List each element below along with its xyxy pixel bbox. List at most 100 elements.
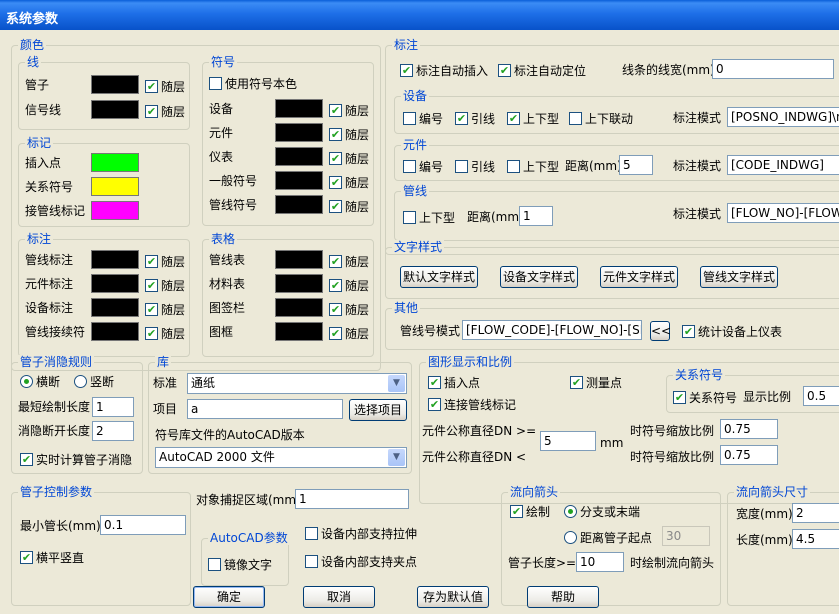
use-own-color-checkbox[interactable]: 使用符号本色 (209, 75, 297, 91)
dist-start-radio[interactable]: 距离管子起点 (564, 529, 652, 545)
dist-start-input[interactable]: 30 (662, 526, 710, 546)
annot-item-color-swatch[interactable] (91, 322, 139, 341)
expand-button[interactable]: << (650, 321, 671, 341)
symbol-item-follow-checkbox[interactable]: ✔ 随层 (329, 102, 369, 118)
help-button[interactable]: 帮助 (527, 586, 599, 608)
relation-color-swatch[interactable] (91, 177, 139, 196)
table-item-color-swatch[interactable] (275, 250, 323, 269)
symbol-item-color-swatch[interactable] (275, 99, 323, 118)
min-pipe-length-input[interactable]: 0.1 (100, 515, 186, 535)
auto-locate-checkbox[interactable]: ✔ 标注自动定位 (498, 62, 586, 78)
acad-params-title: AutoCAD参数 (208, 531, 290, 545)
annot-item-follow-checkbox[interactable]: ✔ 随层 (145, 301, 185, 317)
comp-dist-input[interactable]: 5 (619, 155, 653, 175)
dn-value-input[interactable]: 5 (540, 431, 596, 451)
annot-item-follow-checkbox[interactable]: ✔ 随层 (145, 277, 185, 293)
pipe-length-input[interactable]: 10 (576, 552, 624, 572)
table-item-follow-checkbox[interactable]: ✔ 随层 (329, 301, 369, 317)
symbol-item-follow-checkbox[interactable]: ✔ 随层 (329, 126, 369, 142)
check-icon: ✔ (329, 103, 342, 117)
realtime-hide-checkbox[interactable]: ✔ 实时计算管子消隐 (20, 451, 132, 467)
annot-item-label: 管线标注 (25, 253, 74, 267)
level-vertical-checkbox[interactable]: ✔ 横平竖直 (20, 549, 84, 565)
stretch-support-checkbox[interactable]: 设备内部支持拉伸 (305, 525, 417, 541)
table-item-follow-checkbox[interactable]: ✔ 随层 (329, 277, 369, 293)
annot-color-group: 标注 管线标注 ✔ 随层 元件标注 ✔ 随层 设备标注 ✔ 随层 管线接续符 ✔ 随层 (18, 232, 190, 357)
project-input[interactable]: a (187, 399, 343, 419)
show-insert-checkbox[interactable]: ✔ 插入点 (428, 374, 480, 390)
grip-support-checkbox[interactable]: 设备内部支持夹点 (305, 553, 417, 569)
break-vertical-radio[interactable]: 竖断 (74, 373, 114, 389)
mirror-text-checkbox[interactable]: 镜像文字 (208, 556, 272, 572)
pipe-color-swatch[interactable] (91, 75, 139, 94)
standard-label: 标准 (153, 376, 178, 390)
pipe-mode-input[interactable]: [FLOW_NO]-[FLOW_CI (727, 203, 839, 223)
check-icon: ✔ (329, 326, 342, 340)
annot-item-follow-checkbox[interactable]: ✔ 随层 (145, 325, 185, 341)
arrow-length-input[interactable]: 4.5 (792, 529, 839, 549)
arrow-width-input[interactable]: 2 (792, 503, 839, 523)
annot-item-color-swatch[interactable] (91, 274, 139, 293)
component-text-style-button[interactable]: 元件文字样式 (600, 266, 678, 288)
pipe-follow-checkbox[interactable]: ✔ 随层 (145, 78, 185, 94)
device-updown-checkbox[interactable]: ✔ 上下型 (507, 110, 559, 126)
insert-color-swatch[interactable] (91, 153, 139, 172)
symbol-item-follow-checkbox[interactable]: ✔ 随层 (329, 174, 369, 190)
device-leader-checkbox[interactable]: ✔ 引线 (455, 110, 495, 126)
standard-select[interactable]: 通纸 ▼ (187, 373, 407, 394)
show-connect-checkbox[interactable]: ✔ 连接管线标记 (428, 396, 516, 412)
pipeline-annot-title: 管线 (401, 184, 430, 198)
symbol-item-follow-checkbox[interactable]: ✔ 随层 (329, 198, 369, 214)
default-text-style-button[interactable]: 默认文字样式 (400, 266, 478, 288)
table-item-follow-checkbox[interactable]: ✔ 随层 (329, 325, 369, 341)
draw-arrow-checkbox[interactable]: ✔ 绘制 (510, 503, 550, 519)
select-project-button[interactable]: 选择项目 (349, 399, 407, 421)
check-icon: ✔ (329, 127, 342, 141)
symbol-item-color-swatch[interactable] (275, 123, 323, 142)
line-width-input[interactable]: 0 (712, 59, 834, 79)
check-icon: ✔ (145, 254, 158, 268)
table-item-color-swatch[interactable] (275, 298, 323, 317)
break-horizontal-radio[interactable]: 横断 (20, 373, 60, 389)
symbol-item-color-swatch[interactable] (275, 171, 323, 190)
pipeline-text-style-button[interactable]: 管线文字样式 (700, 266, 778, 288)
snap-area-input[interactable]: 1 (295, 489, 409, 509)
pipe-updown-checkbox[interactable]: 上下型 (403, 209, 455, 225)
save-default-button[interactable]: 存为默认值 (417, 586, 489, 608)
comp-updown-checkbox[interactable]: 上下型 (507, 158, 559, 174)
branch-end-radio[interactable]: 分支或末端 (564, 503, 640, 519)
pipe-number-mode-input[interactable]: [FLOW_CODE]-[FLOW_NO]-[SIZE1] (462, 320, 642, 340)
auto-insert-checkbox[interactable]: ✔ 标注自动插入 (400, 62, 488, 78)
acad-version-select[interactable]: AutoCAD 2000 文件 ▼ (155, 447, 407, 468)
scale2-input[interactable]: 0.75 (720, 445, 778, 465)
ok-button[interactable]: 确定 (193, 586, 265, 608)
pipe-dist-input[interactable]: 1 (519, 206, 553, 226)
table-item-follow-checkbox[interactable]: ✔ 随层 (329, 253, 369, 269)
device-text-style-button[interactable]: 设备文字样式 (500, 266, 578, 288)
signal-color-swatch[interactable] (91, 100, 139, 119)
comp-number-checkbox[interactable]: 编号 (403, 158, 443, 174)
stat-instruments-checkbox[interactable]: ✔ 统计设备上仪表 (682, 323, 782, 339)
show-measure-checkbox[interactable]: ✔ 测量点 (570, 374, 622, 390)
symbol-item-color-swatch[interactable] (275, 195, 323, 214)
table-item-color-swatch[interactable] (275, 274, 323, 293)
display-scale-input[interactable]: 0.5 (803, 386, 839, 406)
annot-item-color-swatch[interactable] (91, 298, 139, 317)
scale1-input[interactable]: 0.75 (720, 419, 778, 439)
table-item-color-swatch[interactable] (275, 322, 323, 341)
gap-length-input[interactable]: 2 (92, 421, 134, 441)
annot-item-color-swatch[interactable] (91, 250, 139, 269)
symbol-item-follow-checkbox[interactable]: ✔ 随层 (329, 150, 369, 166)
signal-follow-checkbox[interactable]: ✔ 随层 (145, 103, 185, 119)
device-mode-input[interactable]: [POSNO_INDWG]\n[N (727, 107, 839, 127)
relation-symbol-checkbox[interactable]: ✔ 关系符号 (673, 389, 737, 405)
annot-item-follow-checkbox[interactable]: ✔ 随层 (145, 253, 185, 269)
device-number-checkbox[interactable]: 编号 (403, 110, 443, 126)
device-link-checkbox[interactable]: 上下联动 (569, 110, 633, 126)
cancel-button[interactable]: 取消 (303, 586, 375, 608)
comp-leader-checkbox[interactable]: 引线 (455, 158, 495, 174)
connect-color-swatch[interactable] (91, 201, 139, 220)
min-draw-length-input[interactable]: 1 (92, 397, 134, 417)
comp-mode-input[interactable]: [CODE_INDWG] (727, 155, 839, 175)
symbol-item-color-swatch[interactable] (275, 147, 323, 166)
